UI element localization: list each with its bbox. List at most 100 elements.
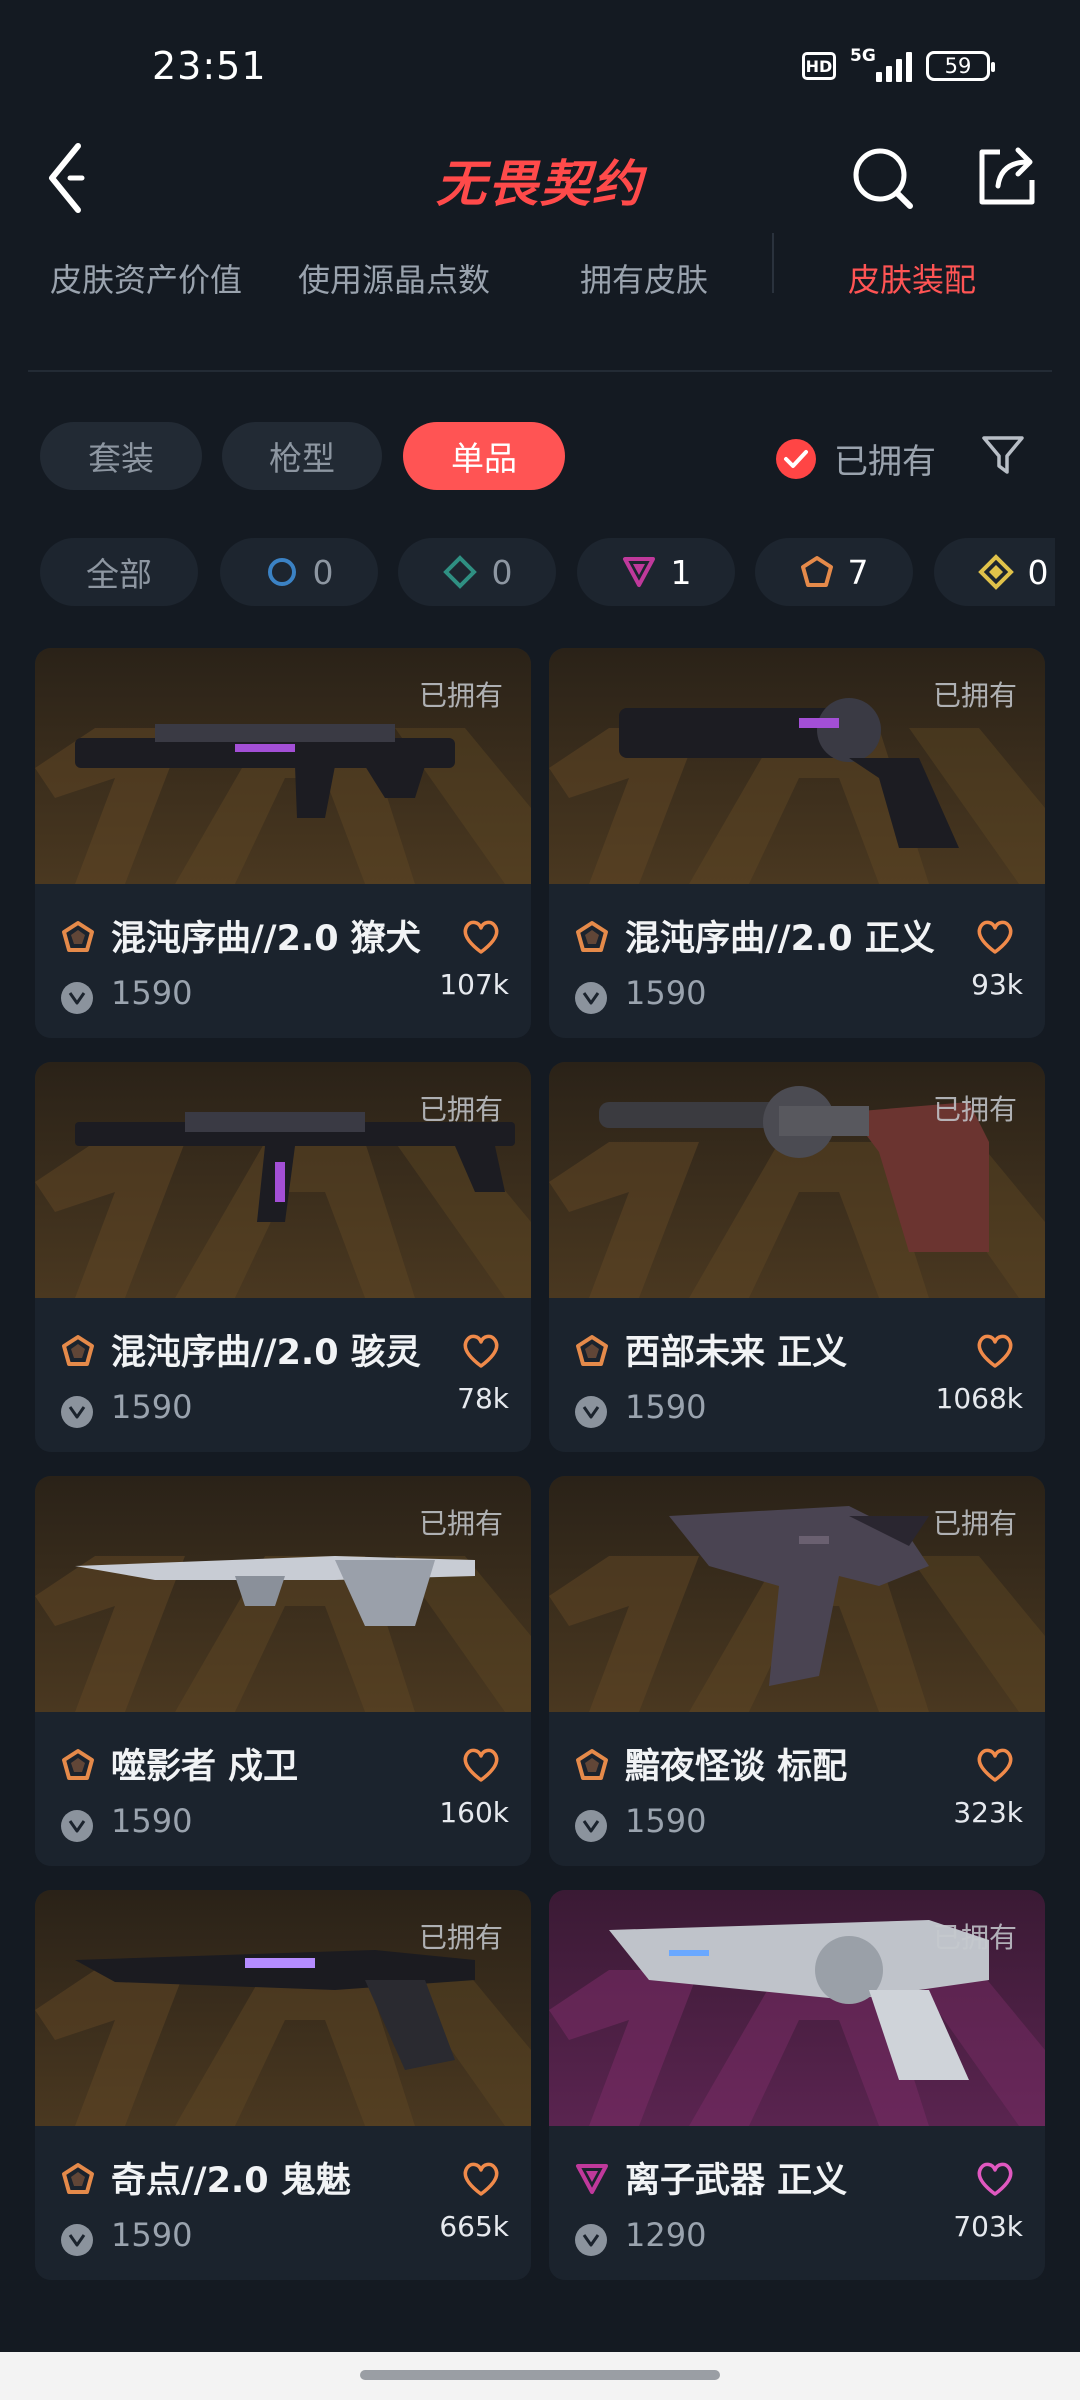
vp-currency-icon	[575, 1396, 607, 1428]
skin-price: 1590	[625, 1802, 707, 1840]
share-icon	[979, 147, 1035, 205]
vp-currency-icon	[575, 982, 607, 1014]
hd-badge: HD	[802, 52, 836, 80]
search-button[interactable]	[850, 142, 920, 212]
filter-set[interactable]: 套装	[40, 422, 202, 490]
card-info: 噬影者 戍卫 1590 160k	[35, 1712, 531, 1866]
like-count: 78k	[457, 1382, 509, 1415]
tier-exclusive[interactable]: 7	[755, 538, 913, 606]
search-icon	[853, 148, 913, 209]
like-count: 1068k	[935, 1382, 1023, 1415]
tier-deluxe-icon	[442, 555, 477, 589]
filter-single-item[interactable]: 单品	[403, 422, 565, 490]
vp-currency-icon	[61, 982, 93, 1014]
owned-badge: 已拥有	[418, 1507, 503, 1540]
skin-card-1[interactable]: 已拥有 混沌序曲//2.0 獠犬 1590 107k	[35, 648, 531, 1038]
tier-premium-icon	[576, 2164, 608, 2194]
skin-image: 已拥有	[549, 648, 1045, 884]
tier-exclusive-count: 7	[847, 552, 869, 592]
vp-currency-icon	[61, 2224, 93, 2256]
section-divider	[28, 370, 1052, 372]
skin-image: 已拥有	[35, 1890, 531, 2126]
card-info: 混沌序曲//2.0 正义 1590 93k	[549, 884, 1045, 1038]
skin-image: 已拥有	[549, 1890, 1045, 2126]
heart-icon[interactable]	[461, 1332, 501, 1370]
skin-name: 黯夜怪谈 标配	[625, 1747, 848, 1787]
vp-currency-icon	[575, 2224, 607, 2256]
tier-select-icon	[267, 558, 296, 586]
tier-exclusive-icon	[62, 921, 94, 952]
filter-button[interactable]	[980, 432, 1026, 478]
tier-exclusive-icon	[576, 1749, 608, 1780]
card-info: 黯夜怪谈 标配 1590 323k	[549, 1712, 1045, 1866]
tier-exclusive-icon	[62, 1335, 94, 1366]
skin-image: 已拥有	[549, 1062, 1045, 1298]
tab-skin-loadout[interactable]: 皮肤装配	[848, 255, 976, 301]
card-info: 西部未来 正义 1590 1068k	[549, 1298, 1045, 1452]
heart-icon[interactable]	[461, 2160, 501, 2198]
tier-all[interactable]: 全部	[40, 538, 198, 606]
home-indicator[interactable]	[360, 2370, 720, 2380]
tier-exclusive-icon	[800, 556, 833, 587]
share-button[interactable]	[970, 140, 1040, 210]
app-root: 23:51 HD 5G 59 无畏契约 皮肤资产价值 使用源晶点数 拥有皮肤 皮…	[0, 0, 1080, 2400]
vp-currency-icon	[61, 1810, 93, 1842]
tier-premium[interactable]: 1	[577, 538, 735, 606]
skin-price: 1590	[625, 974, 707, 1012]
skin-image: 已拥有	[35, 1476, 531, 1712]
tab-vp-used[interactable]: 使用源晶点数	[298, 255, 490, 301]
battery-icon: 59	[926, 51, 995, 81]
skin-image: 已拥有	[35, 648, 531, 884]
tier-ultra[interactable]: 0	[934, 538, 1055, 606]
like-count: 323k	[953, 1796, 1023, 1829]
skin-price: 1590	[111, 974, 193, 1012]
skin-card-7[interactable]: 已拥有 奇点//2.0 鬼魅 1590 665k	[35, 1890, 531, 2280]
owned-toggle-label: 已拥有	[834, 442, 936, 482]
like-count: 665k	[439, 2210, 509, 2243]
skin-price: 1590	[111, 1802, 193, 1840]
skin-card-5[interactable]: 已拥有 噬影者 戍卫 1590 160k	[35, 1476, 531, 1866]
owned-badge: 已拥有	[418, 1921, 503, 1954]
heart-icon[interactable]	[461, 918, 501, 956]
signal-icon: 5G	[850, 46, 912, 82]
tier-deluxe[interactable]: 0	[398, 538, 556, 606]
card-info: 离子武器 正义 1290 703k	[549, 2126, 1045, 2280]
tier-ultra-icon	[977, 554, 1014, 590]
check-icon	[776, 438, 816, 479]
battery-level: 59	[944, 54, 972, 78]
skin-card-2[interactable]: 已拥有 混沌序曲//2.0 正义 1590 93k	[549, 648, 1045, 1038]
status-icons: HD 5G 59	[802, 46, 995, 82]
heart-icon[interactable]	[975, 918, 1015, 956]
owned-badge: 已拥有	[932, 679, 1017, 712]
owned-toggle[interactable]: 已拥有	[776, 434, 936, 483]
tier-exclusive-icon	[62, 2163, 94, 2194]
tier-exclusive-icon	[576, 1335, 608, 1366]
skin-price: 1590	[111, 2216, 193, 2254]
vp-currency-icon	[61, 1396, 93, 1428]
tier-select[interactable]: 0	[220, 538, 378, 606]
tab-asset-value[interactable]: 皮肤资产价值	[50, 255, 242, 301]
card-info: 混沌序曲//2.0 獠犬 1590 107k	[35, 884, 531, 1038]
skin-name: 西部未来 正义	[625, 1333, 848, 1373]
skin-card-6[interactable]: 已拥有 黯夜怪谈 标配 1590 323k	[549, 1476, 1045, 1866]
skin-card-4[interactable]: 已拥有 西部未来 正义 1590 1068k	[549, 1062, 1045, 1452]
heart-icon[interactable]	[461, 1746, 501, 1784]
skin-name: 混沌序曲//2.0 正义	[625, 919, 935, 959]
skin-name: 混沌序曲//2.0 獠犬	[111, 919, 421, 959]
filter-weapon-type[interactable]: 枪型	[222, 422, 382, 490]
skin-name: 噬影者 戍卫	[111, 1747, 299, 1787]
skin-card-8[interactable]: 已拥有 离子武器 正义 1290 703k	[549, 1890, 1045, 2280]
skin-price: 1590	[625, 1388, 707, 1426]
card-info: 奇点//2.0 鬼魅 1590 665k	[35, 2126, 531, 2280]
skin-price: 1290	[625, 2216, 707, 2254]
tier-exclusive-icon	[576, 921, 608, 952]
heart-icon[interactable]	[975, 2160, 1015, 2198]
skin-image: 已拥有	[35, 1062, 531, 1298]
skin-card-3[interactable]: 已拥有 混沌序曲//2.0 骇灵 1590 78k	[35, 1062, 531, 1452]
heart-icon[interactable]	[975, 1332, 1015, 1370]
skin-name: 混沌序曲//2.0 骇灵	[111, 1333, 421, 1373]
status-bar: 23:51 HD 5G 59	[0, 0, 1080, 130]
tier-premium-count: 1	[670, 552, 692, 592]
tab-owned-skins[interactable]: 拥有皮肤	[580, 255, 708, 301]
heart-icon[interactable]	[975, 1746, 1015, 1784]
